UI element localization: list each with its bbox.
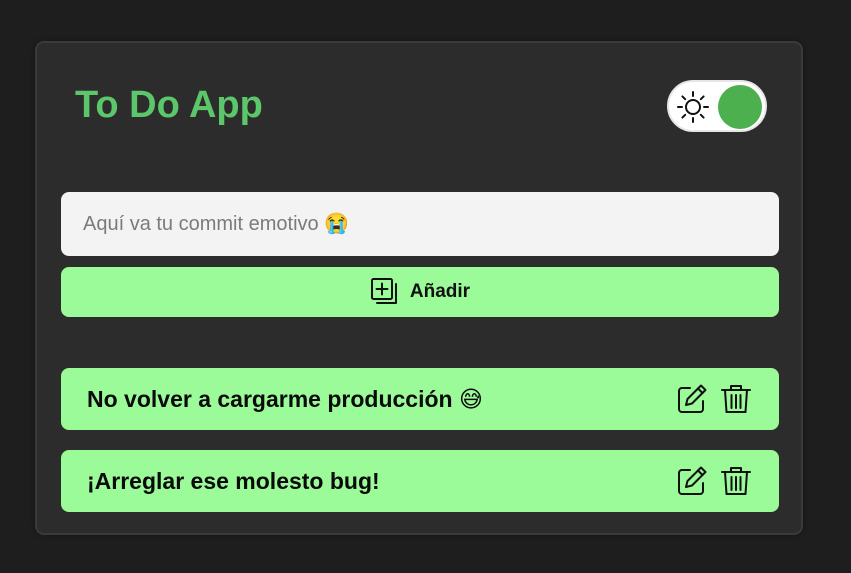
add-button[interactable]: Añadir [61,267,779,317]
todo-card: To Do App Aquí va tu commit emotivo 😭 Añ… [35,41,803,535]
task-text: No volver a cargarme producción 😅 [87,386,483,412]
add-square-icon [370,277,400,307]
trash-icon[interactable] [719,382,753,416]
task-item: ¡Arreglar ese molesto bug! [61,450,779,512]
toggle-knob [718,85,762,129]
app-title: To Do App [75,84,263,126]
trash-icon[interactable] [719,464,753,498]
task-text: ¡Arreglar ese molesto bug! [87,468,380,494]
edit-icon[interactable] [675,464,709,498]
task-input[interactable] [61,192,779,256]
add-button-label: Añadir [409,281,471,302]
task-item: No volver a cargarme producción 😅 [61,368,779,430]
theme-toggle[interactable] [667,80,767,132]
edit-icon[interactable] [675,382,709,416]
sun-icon [676,90,710,124]
